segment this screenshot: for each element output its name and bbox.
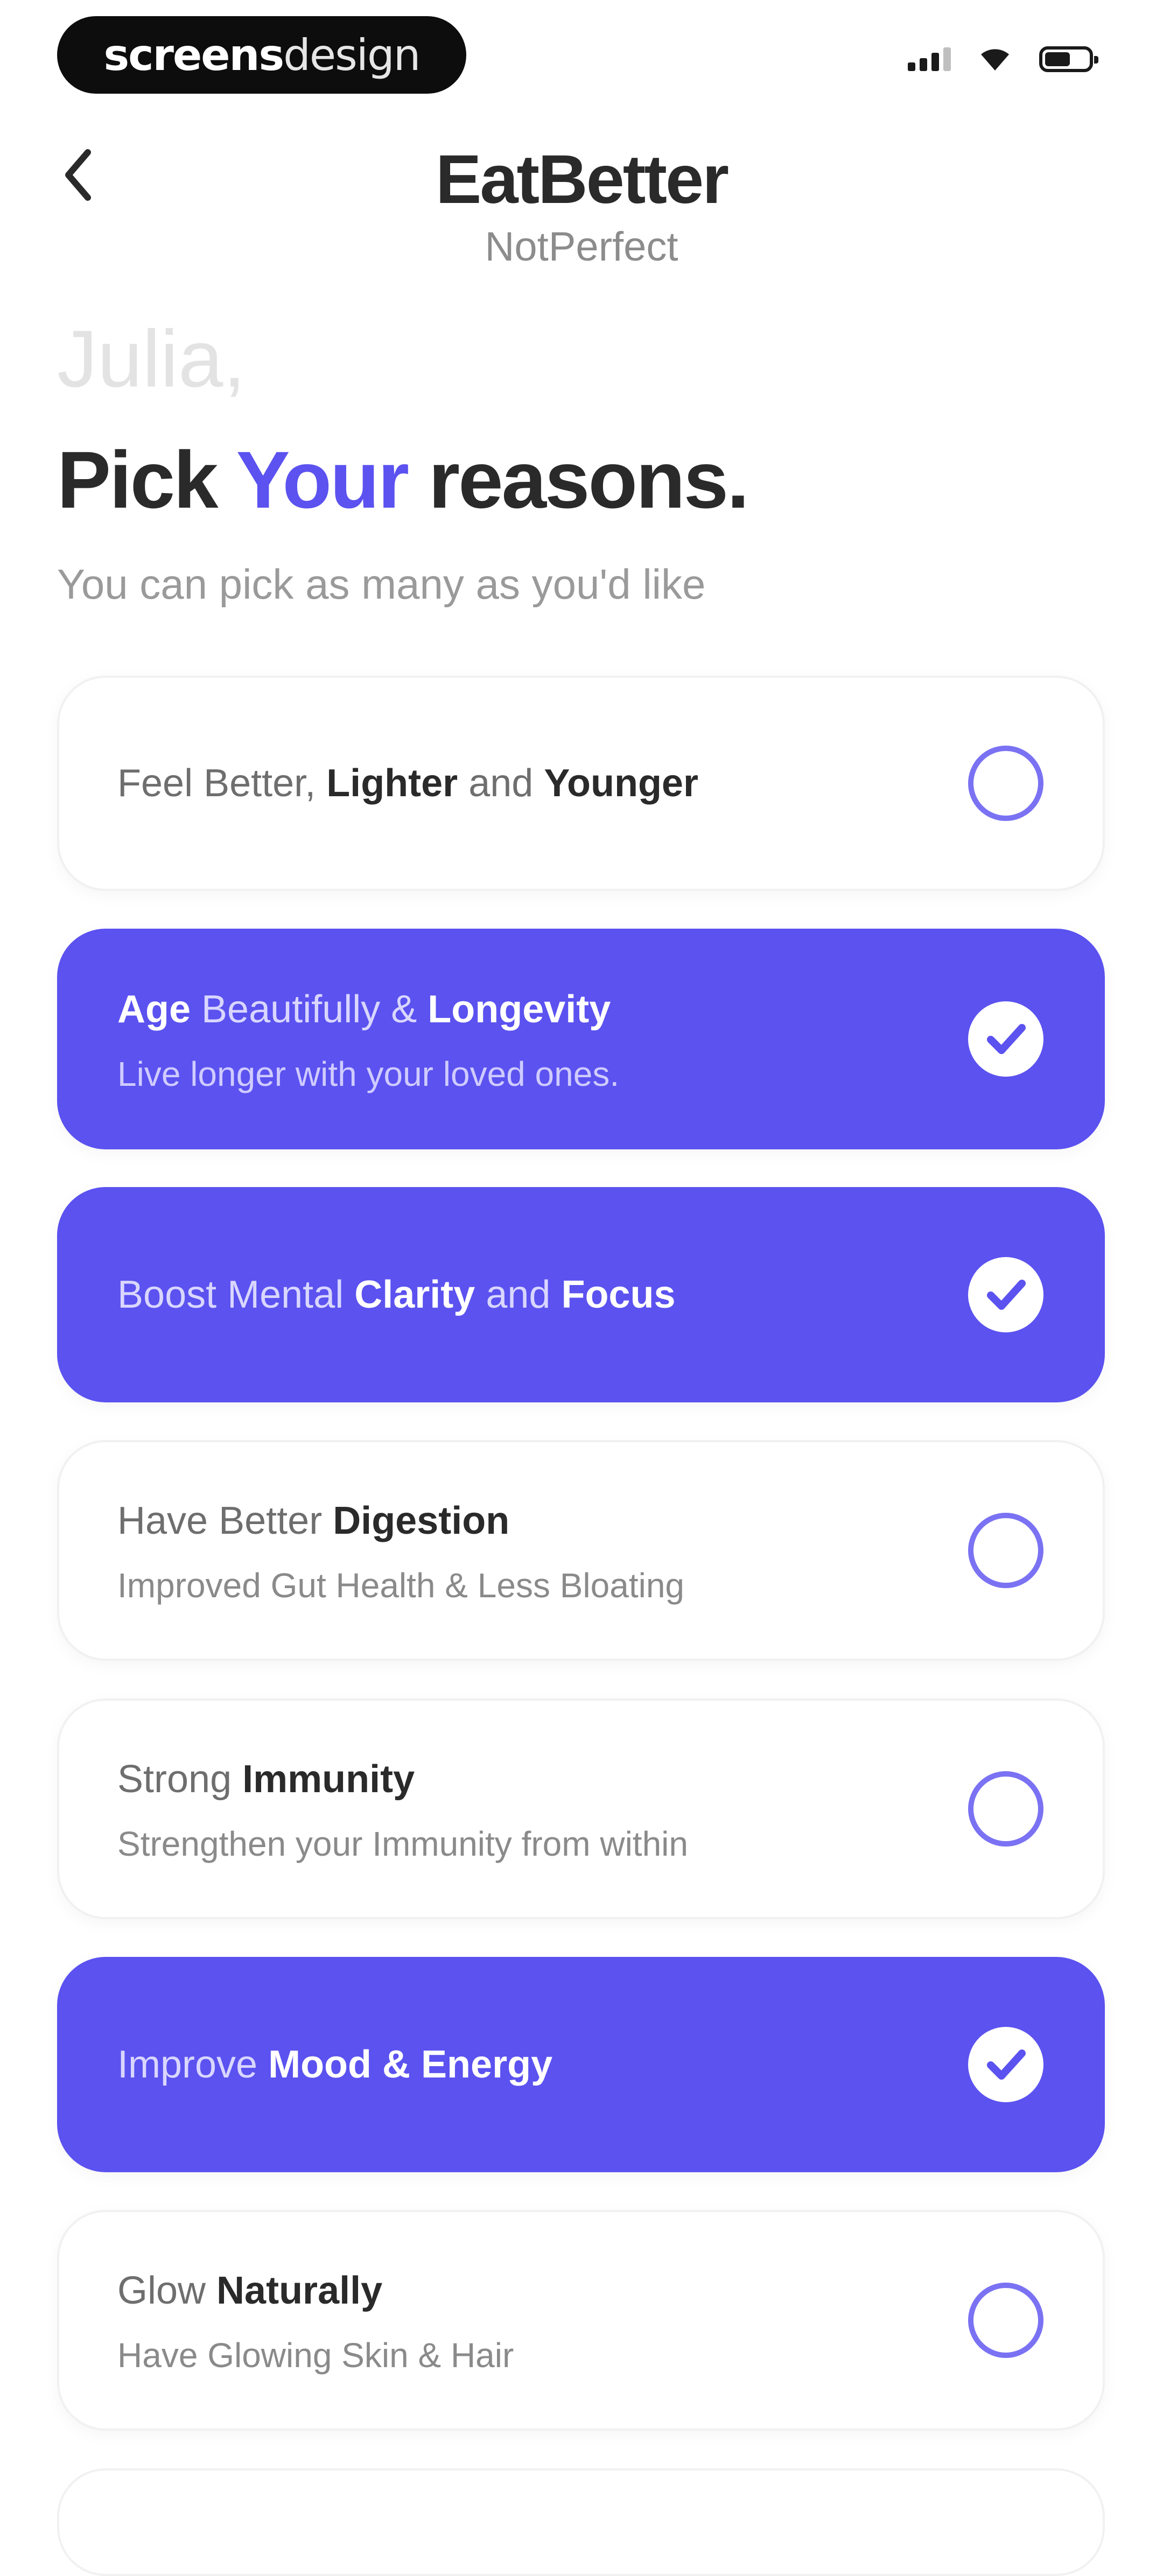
reason-title-part: Lighter	[326, 762, 458, 805]
checkmark-icon	[987, 1280, 1026, 1310]
brand-part2: design	[283, 30, 421, 80]
reason-title: Have Better Digestion	[117, 1499, 925, 1543]
reason-title-part: and	[475, 1273, 562, 1316]
reason-text: Boost Mental Clarity and Focus	[117, 1273, 925, 1317]
battery-icon	[1039, 46, 1098, 72]
reason-subtitle: Strengthen your Immunity from within	[117, 1824, 688, 1863]
reason-card[interactable]: Improve Mood & Energy	[57, 1957, 1105, 2172]
reason-title-part: and	[458, 762, 544, 805]
app-subtitle: NotPerfect	[485, 224, 678, 270]
helper-text: You can pick as many as you'd like	[57, 560, 706, 608]
reason-text: Have Better Digestion Improved Gut Health…	[117, 1499, 925, 1605]
wifi-icon	[981, 49, 1009, 71]
heading-post: reasons.	[408, 434, 749, 525]
status-icons	[908, 46, 1098, 72]
reason-title-part: Digestion	[333, 1499, 510, 1542]
reason-subtitle: Improved Gut Health & Less Bloating	[117, 1566, 684, 1605]
reason-title-part: Naturally	[216, 2269, 383, 2312]
reason-subtitle: Live longer with your loved ones.	[117, 1055, 620, 1093]
app-title: EatBetter	[435, 141, 729, 218]
reason-card[interactable]: Boost Mental Clarity and Focus	[57, 1187, 1105, 1402]
reason-title-part: Younger	[544, 762, 698, 805]
reason-title-part: Have Better	[117, 1499, 333, 1542]
reason-subtitle: Have Glowing Skin & Hair	[117, 2336, 514, 2375]
greeting: Julia,	[57, 313, 246, 404]
reason-title: Feel Better, Lighter and Younger	[117, 761, 925, 805]
reason-title: Boost Mental Clarity and Focus	[117, 1273, 925, 1317]
reason-title: Glow Naturally	[117, 2269, 925, 2313]
reason-title-part: Age	[117, 988, 191, 1031]
reason-text: Feel Better, Lighter and Younger	[117, 761, 925, 805]
unchecked-circle-icon[interactable]	[968, 2283, 1043, 2358]
reason-title-part: Immunity	[242, 1758, 415, 1801]
reason-card[interactable]: Strong Immunity Strengthen your Immunity …	[57, 1698, 1105, 1919]
unchecked-circle-icon[interactable]	[968, 1771, 1043, 1847]
reason-text: Strong Immunity Strengthen your Immunity …	[117, 1757, 925, 1864]
reason-title-part: Improve	[117, 2043, 269, 2086]
reason-title: Age Beautifully & Longevity	[117, 987, 925, 1031]
reason-text: Improve Mood & Energy	[117, 2042, 925, 2087]
reason-title: Improve Mood & Energy	[117, 2042, 925, 2087]
header: EatBetter NotPerfect	[0, 118, 1163, 280]
page-heading: Pick Your reasons.	[57, 433, 749, 527]
reason-title-part: Glow	[117, 2269, 217, 2312]
unchecked-circle-icon[interactable]	[968, 1513, 1043, 1588]
reason-text: Age Beautifully & Longevity Live longer w…	[117, 987, 925, 1094]
cellular-signal-icon	[908, 47, 951, 71]
checkmark-icon	[987, 2049, 1026, 2080]
reason-card[interactable]: Glow Naturally Have Glowing Skin & Hair	[57, 2210, 1105, 2431]
reason-title-part: Strong	[117, 1758, 243, 1801]
status-bar: screens design	[0, 0, 1163, 118]
reason-card[interactable]: Have Better Digestion Improved Gut Health…	[57, 1440, 1105, 1661]
reason-card[interactable]: Feel Better, Lighter and Younger	[57, 676, 1105, 891]
reason-title-part: Clarity	[354, 1273, 475, 1316]
checked-circle-icon[interactable]	[968, 1257, 1043, 1332]
brand-watermark: screens design	[57, 16, 466, 94]
heading-pre: Pick	[57, 434, 236, 525]
reasons-list: Feel Better, Lighter and Younger Age Beau…	[57, 676, 1105, 2576]
reason-title-part: Longevity	[428, 988, 611, 1031]
reason-title-part: Beautifully &	[191, 988, 428, 1031]
reason-title-part: Mood & Energy	[268, 2043, 553, 2086]
checked-circle-icon[interactable]	[968, 1001, 1043, 1077]
checked-circle-icon[interactable]	[968, 2027, 1043, 2102]
reason-card-partial[interactable]	[57, 2468, 1105, 2576]
reason-title-part: Focus	[561, 1273, 676, 1316]
brand-part1: screens	[103, 30, 285, 80]
reason-card[interactable]: Age Beautifully & Longevity Live longer w…	[57, 929, 1105, 1149]
reason-title: Strong Immunity	[117, 1757, 925, 1801]
checkmark-icon	[987, 1024, 1026, 1054]
heading-accent: Your	[236, 434, 410, 525]
reason-title-part: Boost Mental	[117, 1273, 355, 1316]
reason-text: Glow Naturally Have Glowing Skin & Hair	[117, 2269, 925, 2375]
unchecked-circle-icon[interactable]	[968, 746, 1043, 821]
reason-title-part: Feel Better,	[117, 762, 327, 805]
